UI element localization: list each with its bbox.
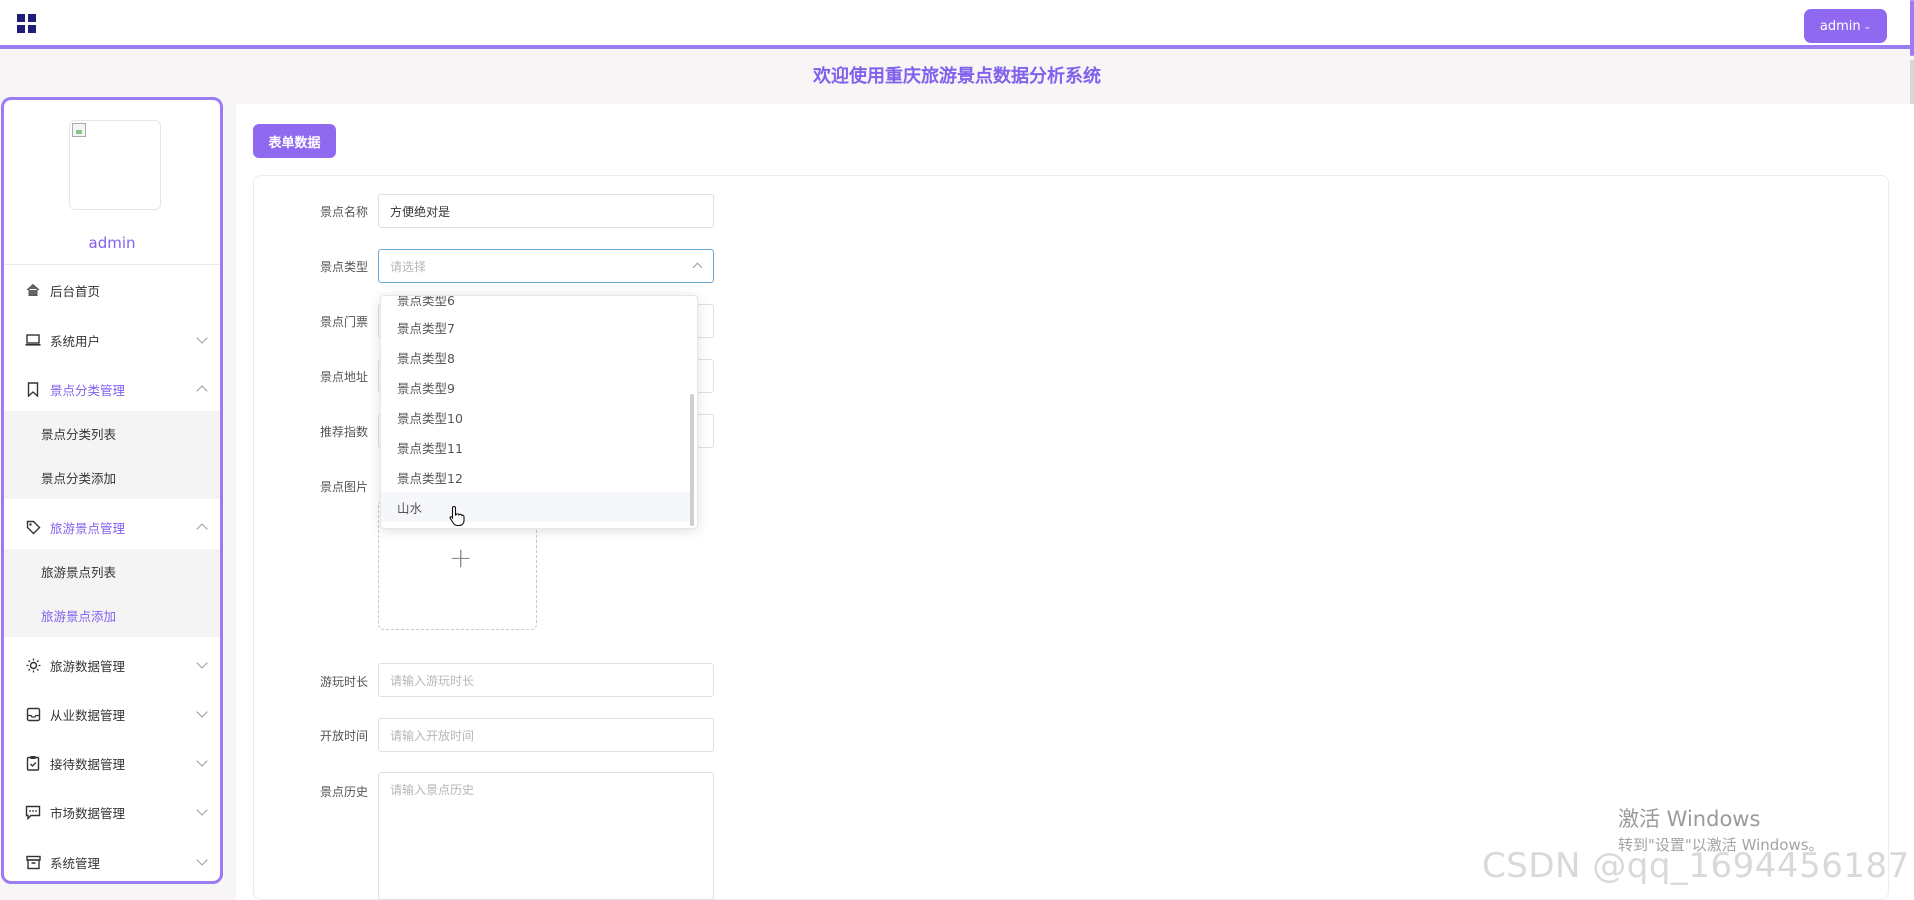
sidebar-item-attraction-management[interactable]: 旅游景点管理 bbox=[4, 507, 220, 547]
clipboard-icon bbox=[24, 754, 42, 772]
sidebar-item-label: 景点分类管理 bbox=[50, 382, 126, 398]
sidebar-username: admin bbox=[88, 234, 136, 252]
select-placeholder: 请选择 bbox=[390, 259, 427, 274]
inbox-icon bbox=[24, 705, 42, 723]
chevron-down-icon bbox=[196, 854, 208, 866]
divider bbox=[4, 264, 220, 265]
dropdown-option[interactable]: 景点类型8 bbox=[381, 342, 691, 372]
type-dropdown: 景点类型6 景点类型7 景点类型8 景点类型9 景点类型10 景点类型11 景点… bbox=[380, 295, 698, 529]
menu-grid-icon[interactable] bbox=[17, 14, 37, 34]
sidebar-subitem-category-list[interactable]: 景点分类列表 bbox=[4, 411, 220, 455]
field-label-name: 景点名称 bbox=[319, 205, 368, 219]
sidebar-subitem-label: 旅游景点添加 bbox=[41, 608, 117, 624]
chevron-down-icon bbox=[196, 755, 208, 767]
field-label-type: 景点类型 bbox=[319, 260, 368, 274]
top-bar: admin ⌄ bbox=[0, 0, 1914, 49]
archive-icon bbox=[24, 853, 42, 871]
user-menu-button[interactable]: admin ⌄ bbox=[1804, 9, 1887, 43]
chevron-up-icon bbox=[196, 385, 208, 397]
windows-activation-title: 激活 Windows bbox=[1618, 807, 1761, 831]
user-menu-label: admin bbox=[1819, 18, 1861, 34]
history-textarea[interactable]: 请输入景点历史 bbox=[378, 772, 714, 900]
attraction-name-input[interactable]: 方便绝对是 bbox=[378, 194, 714, 228]
sidebar-item-reception-data[interactable]: 接待数据管理 bbox=[4, 743, 220, 783]
sidebar-item-category-management[interactable]: 景点分类管理 bbox=[4, 369, 220, 409]
sidebar-item-label: 系统用户 bbox=[50, 333, 101, 349]
sidebar-item-label: 市场数据管理 bbox=[50, 805, 126, 821]
sidebar-subitem-label: 景点分类添加 bbox=[41, 470, 117, 486]
sidebar-item-label: 从业数据管理 bbox=[50, 707, 126, 723]
sidebar-item-employment-data[interactable]: 从业数据管理 bbox=[4, 694, 220, 734]
dropdown-option[interactable]: 景点类型7 bbox=[381, 312, 691, 342]
sidebar-item-home[interactable]: 后台首页 bbox=[4, 270, 220, 310]
sidebar-item-system-users[interactable]: 系统用户 bbox=[4, 320, 220, 360]
field-label-image: 景点图片 bbox=[319, 480, 368, 494]
field-label-history: 景点历史 bbox=[319, 785, 368, 799]
dropdown-option[interactable]: 景点类型9 bbox=[381, 372, 691, 402]
welcome-title: 欢迎使用重庆旅游景点数据分析系统 bbox=[813, 66, 1101, 87]
plus-icon: + bbox=[449, 541, 473, 574]
chevron-down-icon: ⌄ bbox=[1863, 22, 1872, 32]
dropdown-option[interactable]: 山水 bbox=[381, 492, 691, 522]
chevron-down-icon bbox=[196, 657, 208, 669]
field-label-ticket: 景点门票 bbox=[319, 315, 368, 329]
form-data-button[interactable]: 表单数据 bbox=[253, 124, 336, 158]
sidebar-subitem-label: 旅游景点列表 bbox=[41, 564, 117, 580]
dropdown-option[interactable]: 景点类型11 bbox=[381, 432, 691, 462]
sidebar-subitem-label: 景点分类列表 bbox=[41, 426, 117, 442]
attraction-type-select[interactable]: 请选择 bbox=[378, 249, 714, 283]
sun-icon bbox=[24, 656, 42, 674]
sidebar-item-market-data[interactable]: 市场数据管理 bbox=[4, 792, 220, 832]
window-edge bbox=[1910, 0, 1914, 56]
broken-image-icon bbox=[72, 123, 86, 137]
sidebar-item-label: 接待数据管理 bbox=[50, 756, 126, 772]
laptop-icon bbox=[24, 331, 42, 349]
avatar bbox=[69, 120, 161, 210]
sidebar: admin 后台首页 系统用户 景点分类管理 景点分类列表 景点分类添加 旅游景… bbox=[1, 97, 223, 884]
sidebar-item-label: 后台首页 bbox=[50, 283, 101, 299]
field-label-duration: 游玩时长 bbox=[319, 675, 368, 689]
chat-icon bbox=[24, 803, 42, 821]
field-label-open-time: 开放时间 bbox=[319, 729, 368, 743]
csdn-watermark: CSDN @qq_1694456187 bbox=[1482, 846, 1910, 886]
chevron-down-icon bbox=[196, 706, 208, 718]
sidebar-item-label: 旅游数据管理 bbox=[50, 658, 126, 674]
chevron-up-icon bbox=[692, 262, 703, 273]
tag-icon bbox=[24, 518, 42, 536]
sidebar-subitem-attraction-add[interactable]: 旅游景点添加 bbox=[4, 593, 220, 637]
sidebar-item-label: 系统管理 bbox=[50, 855, 101, 871]
sidebar-subitem-category-add[interactable]: 景点分类添加 bbox=[4, 455, 220, 499]
dropdown-scrollbar[interactable] bbox=[690, 394, 694, 526]
field-label-rating: 推荐指数 bbox=[319, 425, 368, 439]
chevron-up-icon bbox=[196, 523, 208, 535]
sidebar-item-label: 旅游景点管理 bbox=[50, 520, 126, 536]
duration-input[interactable]: 请输入游玩时长 bbox=[378, 663, 714, 697]
sidebar-item-system-management[interactable]: 系统管理 bbox=[4, 842, 220, 881]
sidebar-item-tourism-data[interactable]: 旅游数据管理 bbox=[4, 645, 220, 685]
chevron-down-icon bbox=[196, 804, 208, 816]
dropdown-option[interactable]: 景点类型10 bbox=[381, 402, 691, 432]
home-icon bbox=[24, 281, 42, 299]
field-label-address: 景点地址 bbox=[319, 370, 368, 384]
chevron-down-icon bbox=[196, 332, 208, 344]
bookmark-icon bbox=[24, 380, 42, 398]
dropdown-option[interactable]: 景点类型12 bbox=[381, 462, 691, 492]
sidebar-subitem-attraction-list[interactable]: 旅游景点列表 bbox=[4, 549, 220, 593]
open-time-input[interactable]: 请输入开放时间 bbox=[378, 718, 714, 752]
